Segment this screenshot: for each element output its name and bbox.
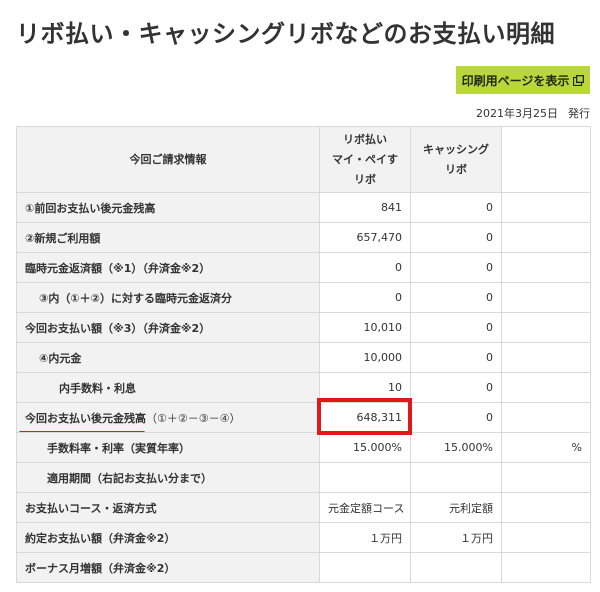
table-row-balance-after-payment: 今回お支払い後元金残高 （①＋②－③－④） 648,311 0	[16, 402, 591, 433]
revolving-value: 0	[319, 282, 411, 313]
extra-cell	[501, 552, 591, 583]
table-row: ③内（①＋②）に対する臨時元金返済分 0 0	[16, 282, 591, 313]
table-row: 内手数料・利息 10 0	[16, 372, 591, 403]
row-label: ボーナス月増額（弁済金※2）	[16, 552, 320, 583]
revolving-value	[319, 552, 411, 583]
cashing-value: １万円	[410, 522, 502, 553]
table-row: 臨時元金返済額（※1）（弁済金※2） 0 0	[16, 252, 591, 283]
revolving-value: 10,000	[319, 342, 411, 373]
extra-cell	[501, 312, 591, 343]
revolving-value	[319, 462, 411, 493]
row-label: 今回お支払い後元金残高 （①＋②－③－④）	[16, 402, 320, 433]
table-row: 約定お支払い額（弁済金※2） １万円 １万円	[16, 522, 591, 553]
header-billing-info: 今回ご請求情報	[16, 126, 320, 193]
cashing-value: 15.000%	[410, 432, 502, 463]
row-label: 約定お支払い額（弁済金※2）	[16, 522, 320, 553]
header-revolving-line2: マイ・ペイすリボ	[332, 152, 398, 186]
row-label: 今回お支払い額（※3）（弁済金※2）	[16, 312, 320, 343]
row-label: 適用期間（右記お支払い分まで）	[16, 462, 320, 493]
table-row: 今回お支払い額（※3）（弁済金※2） 10,010 0	[16, 312, 591, 343]
revolving-value: 10,010	[319, 312, 411, 343]
extra-cell	[501, 252, 591, 283]
revolving-value: 0	[319, 252, 411, 283]
header-cashing-revolving: キャッシングリボ	[410, 126, 502, 193]
header-blank	[501, 126, 591, 193]
cashing-value: 0	[410, 402, 502, 433]
extra-cell: %	[501, 432, 591, 463]
issue-date-value: 2021年3月25日	[476, 107, 558, 120]
cashing-value: 0	[410, 222, 502, 253]
row-label: 臨時元金返済額（※1）（弁済金※2）	[16, 252, 320, 283]
extra-cell	[501, 522, 591, 553]
statement-table: 今回ご請求情報 リボ払い マイ・ペイすリボ キャッシングリボ ①前回お支払い後元…	[16, 126, 591, 583]
cashing-value: 0	[410, 312, 502, 343]
page-title: リボ払い・キャッシングリボなどのお支払い明細	[16, 20, 555, 48]
table-row: ①前回お支払い後元金残高 841 0	[16, 192, 591, 223]
revolving-value: 648,311	[319, 402, 411, 433]
table-row: 手数料率・利率（実質年率） 15.000% 15.000% %	[16, 432, 591, 463]
extra-cell	[501, 222, 591, 253]
row-label: ②新規ご利用額	[16, 222, 320, 253]
extra-cell	[501, 192, 591, 223]
table-row: ④内元金 10,000 0	[16, 342, 591, 373]
row-label: ③内（①＋②）に対する臨時元金返済分	[16, 282, 320, 313]
revolving-value: 657,470	[319, 222, 411, 253]
revolving-value: 10	[319, 372, 411, 403]
print-page-button[interactable]: 印刷用ページを表示	[456, 66, 590, 94]
extra-cell	[501, 342, 591, 373]
cashing-value	[410, 462, 502, 493]
row-label: 手数料率・利率（実質年率）	[16, 432, 320, 463]
cashing-value: 0	[410, 192, 502, 223]
external-link-icon	[573, 74, 585, 86]
row-label: ①前回お支払い後元金残高	[16, 192, 320, 223]
cashing-value: 0	[410, 342, 502, 373]
extra-cell	[501, 492, 591, 523]
revolving-value: 15.000%	[319, 432, 411, 463]
header-revolving-line1: リボ払い	[343, 132, 387, 146]
extra-cell	[501, 402, 591, 433]
extra-cell	[501, 372, 591, 403]
issue-date-label: 発行	[568, 107, 590, 120]
table-row: ボーナス月増額（弁済金※2）	[16, 552, 591, 583]
extra-cell	[501, 282, 591, 313]
revolving-value: １万円	[319, 522, 411, 553]
extra-cell	[501, 462, 591, 493]
cashing-value: 元利定額	[410, 492, 502, 523]
cashing-value: 0	[410, 252, 502, 283]
table-row: お支払いコース・返済方式 元金定額コース 元利定額	[16, 492, 591, 523]
balance-formula-label: （①＋②－③－④）	[146, 411, 241, 425]
balance-after-payment-term: 今回お支払い後元金残高	[19, 410, 146, 432]
row-label: 内手数料・利息	[16, 372, 320, 403]
cashing-value	[410, 552, 502, 583]
table-row: ②新規ご利用額 657,470 0	[16, 222, 591, 253]
revolving-value: 841	[319, 192, 411, 223]
issue-date: 2021年3月25日 発行	[476, 105, 590, 121]
header-revolving: リボ払い マイ・ペイすリボ	[319, 126, 411, 193]
print-page-button-label: 印刷用ページを表示	[461, 73, 570, 88]
row-label: ④内元金	[16, 342, 320, 373]
table-row: 適用期間（右記お支払い分まで）	[16, 462, 591, 493]
revolving-value: 元金定額コース	[319, 492, 411, 523]
cashing-value: 0	[410, 282, 502, 313]
balance-after-payment-label: 今回お支払い後元金残高	[25, 411, 146, 425]
table-header-row: 今回ご請求情報 リボ払い マイ・ペイすリボ キャッシングリボ	[16, 126, 591, 193]
cashing-value: 0	[410, 372, 502, 403]
row-label: お支払いコース・返済方式	[16, 492, 320, 523]
